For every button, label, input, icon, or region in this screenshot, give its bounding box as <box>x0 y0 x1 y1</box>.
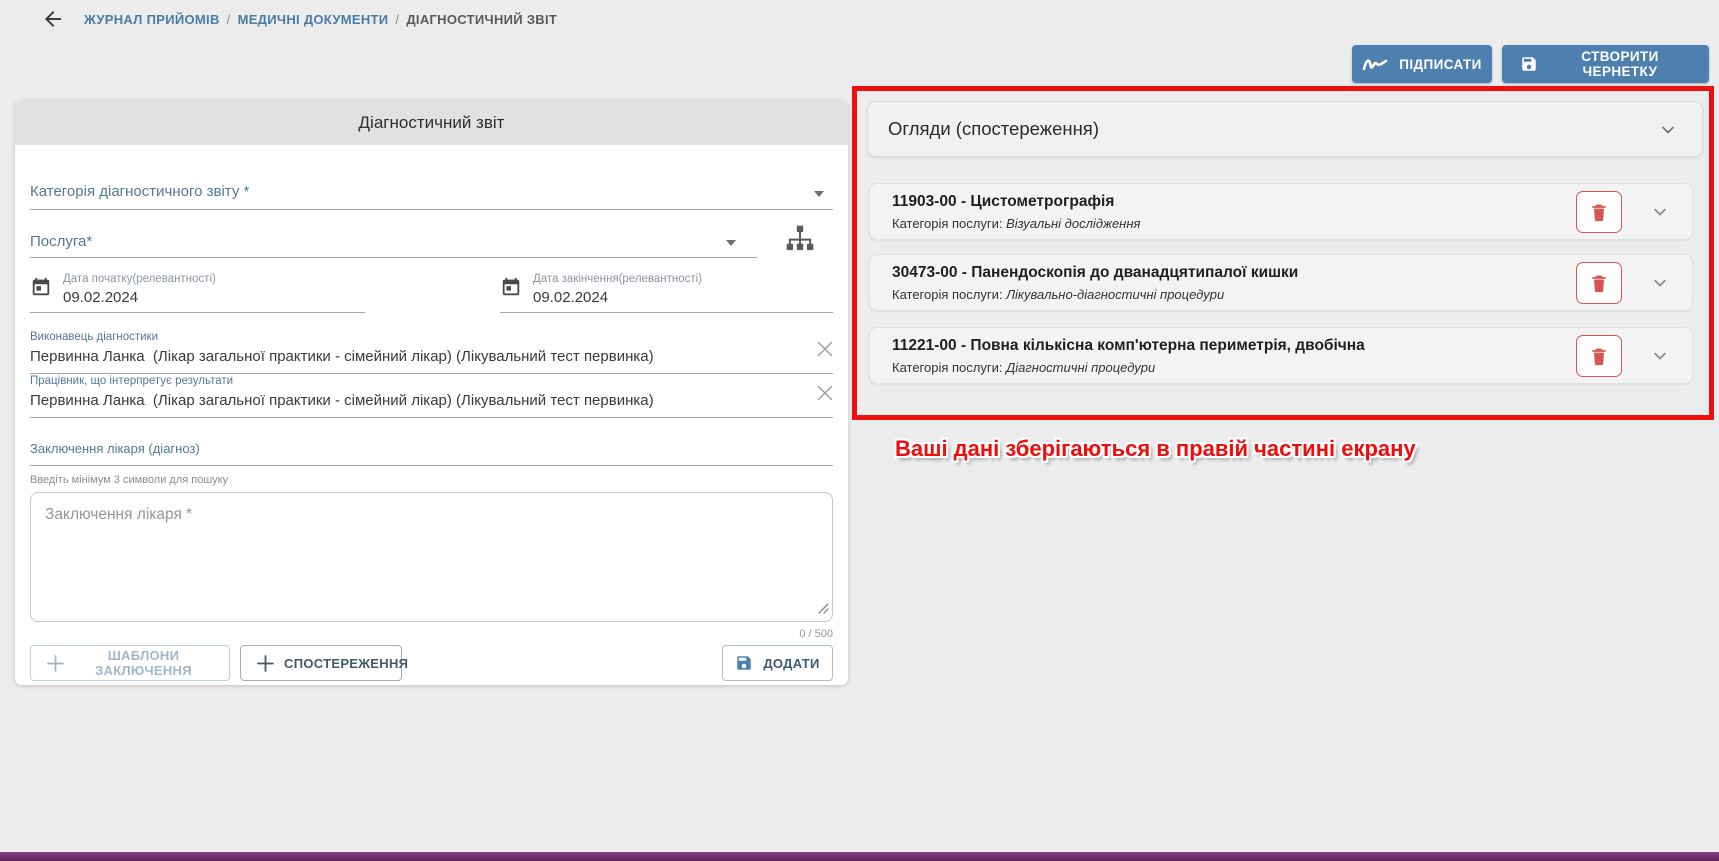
page: ЖУРНАЛ ПРИЙОМІВ / МЕДИЧНІ ДОКУМЕНТИ / ДІ… <box>0 0 1719 861</box>
char-counter: 0 / 500 <box>799 628 833 640</box>
add-button-label: ДОДАТИ <box>763 656 819 671</box>
service-select-label: Послуга* <box>30 233 92 250</box>
org-chart-icon <box>784 223 816 255</box>
field-underline <box>30 373 833 374</box>
date-end-label: Дата закінчення(релевантності) <box>533 273 702 285</box>
observation-category-label: Категорія послуги: <box>892 360 1002 375</box>
breadcrumb-separator: / <box>395 12 399 27</box>
trash-icon <box>1589 345 1609 367</box>
card-body: Категорія діагностичного звіту * Послуга… <box>15 145 848 685</box>
observation-item: 11903-00 - Цистометрографія Категорія по… <box>869 183 1693 240</box>
caret-down-icon <box>726 240 736 246</box>
date-end-value: 09.02.2024 <box>533 289 608 306</box>
conclusion-templates-label: ШАБЛОНИ ЗАКЛЮЧЕННЯ <box>74 648 213 678</box>
field-underline <box>30 257 757 258</box>
field-underline <box>30 465 833 466</box>
save-icon <box>1520 55 1538 73</box>
chevron-down-icon[interactable] <box>1650 202 1670 222</box>
observation-title: 30473-00 - Панендоскопія до дванадцятипа… <box>892 264 1298 282</box>
annotation-text: Ваші дані зберігаються в правій частині … <box>895 436 1416 462</box>
performer-value: Первинна Ланка (Лікар загальної практики… <box>30 348 654 365</box>
plus-icon <box>257 655 274 672</box>
observation-title: 11221-00 - Повна кількісна комп'ютерна п… <box>892 337 1365 355</box>
performer-clear-button[interactable] <box>814 338 836 360</box>
interpreter-clear-button[interactable] <box>814 382 836 404</box>
breadcrumb-link-journal[interactable]: ЖУРНАЛ ПРИЙОМІВ <box>84 12 220 27</box>
bottom-taskbar <box>0 852 1719 861</box>
arrow-left-icon <box>41 7 65 31</box>
sign-button[interactable]: ПІДПИСАТИ <box>1352 45 1492 83</box>
plus-icon <box>47 655 64 672</box>
conclusion-search-label: Заключення лікаря (діагноз) <box>30 441 200 456</box>
observation-category-value: Лікувально-діагностичні процедури <box>1006 287 1224 302</box>
field-underline <box>30 417 833 418</box>
search-hint: Введіть мінімум 3 символи для пошуку <box>30 474 228 486</box>
date-start-value: 09.02.2024 <box>63 289 138 306</box>
chevron-down-icon[interactable] <box>1650 346 1670 366</box>
observation-category: Категорія послуги: Візуальні дослідження <box>892 216 1140 231</box>
conclusion-textarea[interactable] <box>30 492 833 622</box>
observations-highlight-frame: Огляди (спостереження) 11903-00 - Цистом… <box>852 86 1714 420</box>
observations-panel-header[interactable]: Огляди (спостереження) <box>867 101 1703 157</box>
observations-panel-title: Огляди (спостереження) <box>868 118 1099 140</box>
interpreter-value: Первинна Ланка (Лікар загальної практики… <box>30 392 654 409</box>
date-start-label: Дата початку(релевантності) <box>63 273 216 285</box>
observation-category-label: Категорія послуги: <box>892 287 1002 302</box>
caret-down-icon <box>814 191 824 197</box>
delete-observation-button[interactable] <box>1576 191 1622 233</box>
delete-observation-button[interactable] <box>1576 335 1622 377</box>
back-button[interactable] <box>40 6 66 32</box>
observation-category-value: Візуальні дослідження <box>1006 216 1140 231</box>
observation-button[interactable]: СПОСТЕРЕЖЕННЯ <box>240 645 402 681</box>
category-select-label: Категорія діагностичного звіту * <box>30 183 249 200</box>
observation-item: 11221-00 - Повна кількісна комп'ютерна п… <box>869 327 1693 384</box>
create-draft-button[interactable]: СТВОРИТИ ЧЕРНЕТКУ <box>1502 45 1709 83</box>
delete-observation-button[interactable] <box>1576 262 1622 304</box>
observation-category-label: Категорія послуги: <box>892 216 1002 231</box>
observation-category: Категорія послуги: Діагностичні процедур… <box>892 360 1155 375</box>
breadcrumb-link-documents[interactable]: МЕДИЧНІ ДОКУМЕНТИ <box>238 12 389 27</box>
conclusion-templates-button[interactable]: ШАБЛОНИ ЗАКЛЮЧЕННЯ <box>30 645 230 681</box>
calendar-icon <box>30 276 52 298</box>
chevron-down-icon[interactable] <box>1650 273 1670 293</box>
trash-icon <box>1589 272 1609 294</box>
add-button[interactable]: ДОДАТИ <box>722 645 833 681</box>
diagnostic-report-card: Діагностичний звіт Категорія діагностичн… <box>15 100 848 685</box>
save-icon <box>735 654 753 672</box>
card-title: Діагностичний звіт <box>15 100 848 145</box>
field-underline <box>30 312 365 313</box>
field-underline <box>30 209 833 210</box>
observation-category: Категорія послуги: Лікувально-діагностич… <box>892 287 1224 302</box>
form-buttons-row: ШАБЛОНИ ЗАКЛЮЧЕННЯ СПОСТЕРЕЖЕННЯ ДОДАТИ <box>30 645 833 681</box>
interpreter-label: Працівник, що інтерпретує результати <box>30 375 233 387</box>
breadcrumb: ЖУРНАЛ ПРИЙОМІВ / МЕДИЧНІ ДОКУМЕНТИ / ДІ… <box>40 6 557 32</box>
observation-category-value: Діагностичні процедури <box>1006 360 1155 375</box>
observation-title: 11903-00 - Цистометрографія <box>892 193 1114 211</box>
header-actions: ПІДПИСАТИ СТВОРИТИ ЧЕРНЕТКУ <box>1352 45 1709 83</box>
breadcrumb-separator: / <box>227 12 231 27</box>
signature-icon <box>1362 56 1388 72</box>
observation-item: 30473-00 - Панендоскопія до дванадцятипа… <box>869 254 1693 311</box>
observation-button-label: СПОСТЕРЕЖЕННЯ <box>284 656 408 671</box>
calendar-icon <box>500 276 522 298</box>
field-underline <box>500 312 833 313</box>
breadcrumb-current: ДІАГНОСТИЧНИЙ ЗВІТ <box>406 12 557 27</box>
sign-button-label: ПІДПИСАТИ <box>1399 57 1482 72</box>
service-tree-button[interactable] <box>784 223 816 255</box>
chevron-down-icon[interactable] <box>1658 120 1678 140</box>
trash-icon <box>1589 201 1609 223</box>
create-draft-button-label: СТВОРИТИ ЧЕРНЕТКУ <box>1549 49 1691 79</box>
performer-label: Виконавець діагностики <box>30 331 158 343</box>
